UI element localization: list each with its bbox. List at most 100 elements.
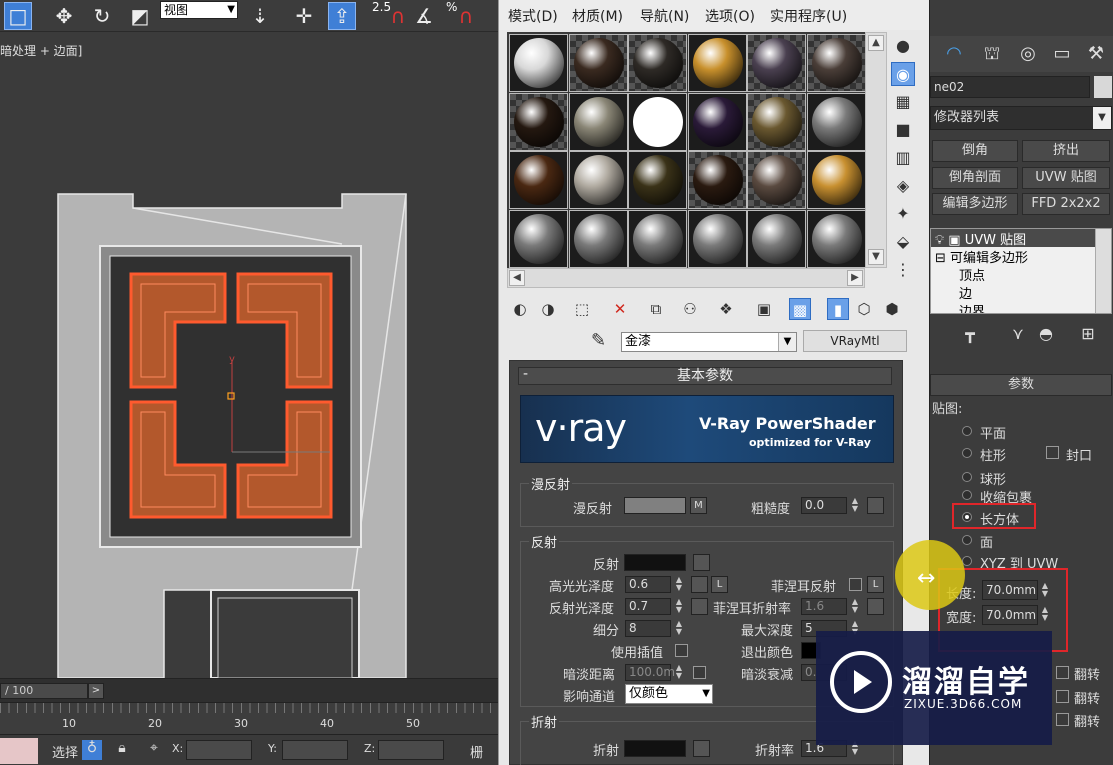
slots-vertical-scrollbar[interactable]: ▲ ▼ [865,32,887,268]
use-interpolation-checkbox[interactable] [675,644,688,657]
assign-to-selection-icon[interactable]: ⬚ [571,298,593,320]
backlight-icon[interactable]: ◉ [891,62,915,86]
radio-face[interactable] [962,535,972,545]
cap-checkbox[interactable] [1046,446,1059,459]
dim-distance-spinner[interactable]: 100.0m [625,664,675,681]
material-slot[interactable] [806,209,866,268]
bevel-profile-button[interactable]: 倒角剖面 [932,167,1018,189]
angle-snap-icon[interactable]: ∡ [410,2,438,30]
refl-gloss-map-button[interactable] [691,598,708,615]
bevel-button[interactable]: 倒角 [932,140,1018,162]
reflect-map-button[interactable] [693,554,710,571]
video-color-check-icon[interactable]: ▥ [891,146,915,170]
material-slot[interactable] [747,151,806,209]
show-shaded-material-icon[interactable]: ▩ [789,298,811,320]
make-unique-icon[interactable]: ◓ [1034,322,1058,346]
width-spinner[interactable]: 70.0mm [982,605,1038,625]
stack-scrollbar[interactable] [1095,229,1111,313]
move-icon[interactable]: ✥ [50,2,78,30]
eyedropper-icon[interactable]: ✎ [591,330,615,354]
slots-horizontal-scrollbar[interactable]: ◀ ▶ [507,268,865,288]
fresnel-ior-spinner[interactable]: 1.6 [801,598,847,615]
stack-item-editable-poly[interactable]: ⊟ 可编辑多边形 [931,247,1028,266]
material-slot[interactable] [628,209,687,268]
tab-utilities-icon[interactable]: ⚒ [1082,40,1110,68]
material-slot[interactable] [628,151,687,209]
basic-params-rollout[interactable]: - 基本参数 [518,366,892,385]
roughness-spinner[interactable]: 0.0 [801,497,847,514]
next-frame-button[interactable]: > [88,683,104,699]
select-by-material-icon[interactable]: ⬙ [891,230,915,254]
material-slot[interactable] [509,209,568,268]
x-coord-field[interactable] [186,740,252,760]
material-slot[interactable] [747,209,806,268]
sample-uv-tiling-icon[interactable]: ■ [891,118,915,142]
affect-channels-select[interactable]: 仅颜色 ▼ [625,684,713,704]
scroll-up-icon[interactable]: ▲ [868,35,884,51]
material-slot[interactable] [509,151,568,209]
scale-icon[interactable]: ◩ [126,2,154,30]
reflect-color-swatch[interactable] [624,554,686,571]
menu-navigation[interactable]: 导航(N) [640,6,689,26]
object-name-field[interactable]: ne02 [930,76,1090,98]
expand-icon[interactable]: ▣ [948,233,960,248]
maxscript-listener[interactable] [0,738,38,764]
reset-map-icon[interactable]: ✕ [609,298,631,320]
material-slot[interactable] [806,92,866,151]
flip-w-checkbox[interactable] [1056,713,1069,726]
material-slot[interactable] [568,34,628,92]
material-slot[interactable] [568,209,628,268]
material-slot[interactable] [747,92,806,151]
diffuse-map-button[interactable]: M [690,497,707,514]
isolate-icon[interactable]: ♁ [82,740,102,760]
spinner-arrows-icon[interactable]: ▲▼ [1040,582,1050,599]
scroll-down-icon[interactable]: ▼ [868,249,884,265]
radio-spherical[interactable] [962,472,972,482]
track-bar[interactable]: 10 20 30 40 50 [0,702,500,734]
stack-item-vertex[interactable]: 顶点 [931,265,985,284]
spinner-arrows-icon[interactable]: ▲▼ [850,598,860,615]
collapse-icon[interactable]: ⊟ [935,251,946,266]
make-preview-icon[interactable]: ◈ [891,174,915,198]
fresnel-ior-map-button[interactable] [867,598,884,615]
scroll-left-icon[interactable]: ◀ [509,270,525,286]
radio-cylindrical[interactable] [962,448,972,458]
fresnel-checkbox[interactable] [849,578,862,591]
z-coord-field[interactable] [378,740,444,760]
material-slot[interactable] [687,92,747,151]
percent-snap-icon[interactable]: ∩ [452,2,480,30]
spinner-arrows-icon[interactable]: ▲▼ [1040,606,1050,623]
select-object-icon[interactable]: □ [4,2,32,30]
radio-planar[interactable] [962,426,972,436]
radio-box[interactable] [962,512,972,522]
put-to-scene-icon[interactable]: ◑ [537,298,559,320]
go-forward-sibling-icon[interactable]: ⬢ [881,298,903,320]
menu-options[interactable]: 选项(O) [705,6,755,26]
edit-poly-button[interactable]: 编辑多边形 [932,193,1018,215]
y-coord-field[interactable] [282,740,348,760]
make-unique-icon[interactable]: ⚇ [679,298,701,320]
bulb-icon[interactable]: 💡︎ [935,233,944,248]
copy-material-icon[interactable]: ⧉ [645,298,667,320]
put-to-library-icon[interactable]: ❖ [715,298,737,320]
subdivs-spinner[interactable]: 8 [625,620,671,637]
material-slot[interactable] [806,151,866,209]
refl-gloss-spinner[interactable]: 0.7 [625,598,671,615]
hilight-gloss-map-button[interactable] [691,576,708,593]
dim-distance-checkbox[interactable] [693,666,706,679]
stack-item-uvw-map[interactable]: 💡︎ ▣ UVW 贴图 [931,229,1095,248]
ffd-button[interactable]: FFD 2x2x2 [1022,193,1110,215]
diffuse-color-swatch[interactable] [624,497,686,514]
refract-color-swatch[interactable] [624,740,686,757]
material-slot[interactable] [806,34,866,92]
params-rollout[interactable]: 参数 [930,374,1112,396]
material-slot[interactable] [687,209,747,268]
material-slot[interactable] [628,92,687,151]
stack-item-border[interactable]: 边界 [931,301,985,313]
material-slot[interactable] [747,34,806,92]
get-material-icon[interactable]: ◐ [509,298,531,320]
show-end-result-icon[interactable]: ⋎ [1006,322,1030,346]
snap-magnet-icon[interactable]: ∩ [384,2,412,30]
lock-icon[interactable]: 🔒︎ [112,740,132,760]
material-slot[interactable] [628,34,687,92]
